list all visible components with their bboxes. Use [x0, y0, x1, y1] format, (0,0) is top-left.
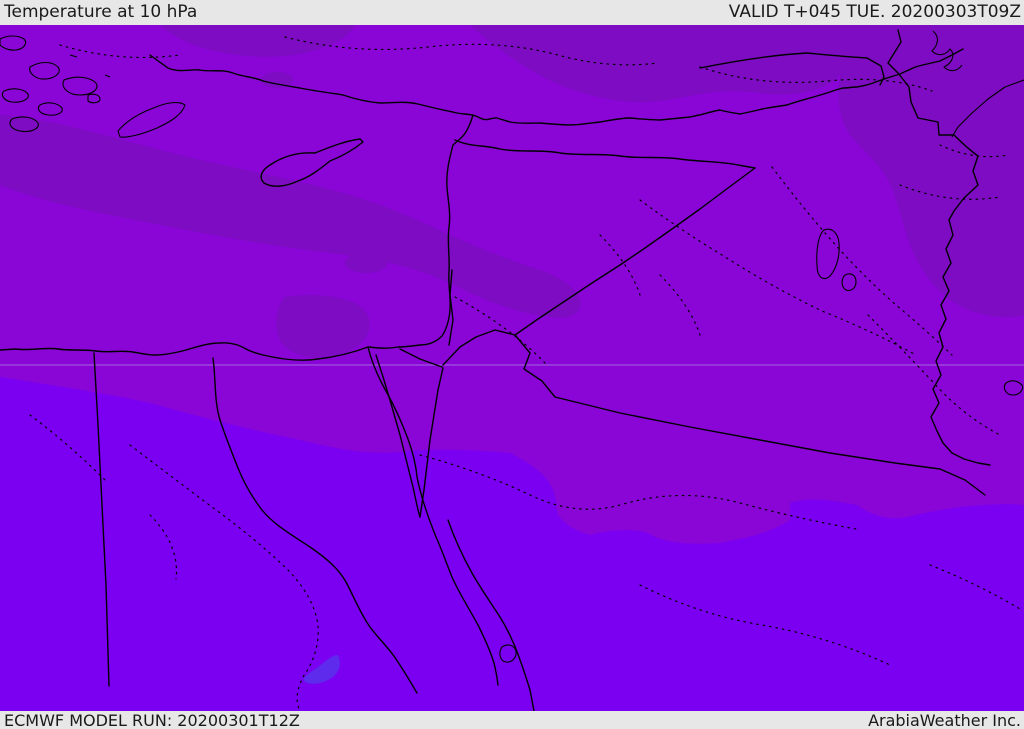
weather-map-screenshot: Temperature at 10 hPa VALID T+045 TUE. 2…	[0, 0, 1024, 729]
top-title-bar: Temperature at 10 hPa VALID T+045 TUE. 2…	[0, 0, 1024, 25]
valid-time-label: VALID T+045 TUE. 20200303T09Z	[728, 2, 1021, 22]
temperature-field-layer	[0, 25, 1024, 711]
bottom-credit-bar: ECMWF MODEL RUN: 20200301T12Z ArabiaWeat…	[0, 711, 1024, 729]
map-title: Temperature at 10 hPa	[4, 2, 198, 22]
model-run-label: ECMWF MODEL RUN: 20200301T12Z	[4, 711, 300, 729]
credit-label: ArabiaWeather Inc.	[868, 711, 1021, 729]
field-dark-spot-sea	[345, 253, 387, 273]
map-canvas	[0, 25, 1024, 711]
weather-map	[0, 25, 1024, 711]
